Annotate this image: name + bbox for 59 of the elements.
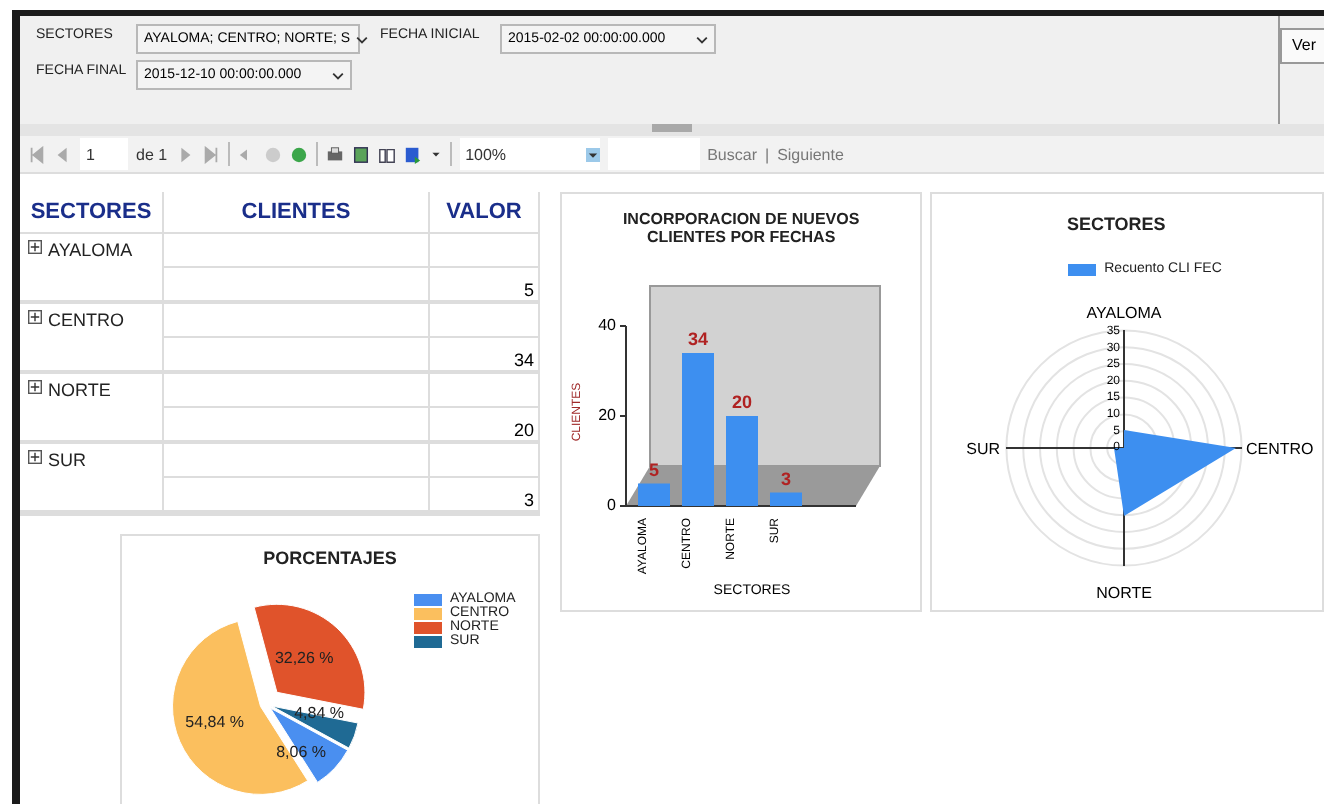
view-report-button[interactable]: Ver xyxy=(1280,27,1324,63)
data-label: 8,06 % xyxy=(276,742,326,761)
next-match-link[interactable]: Siguiente xyxy=(777,145,844,163)
table-cell: 3 xyxy=(430,478,540,514)
table-cell: 34 xyxy=(430,338,540,374)
table-cell: SUR xyxy=(48,450,87,470)
page-setup-icon[interactable] xyxy=(377,145,396,163)
chart-title: SECTORES xyxy=(1064,212,1168,234)
table-cell xyxy=(430,234,540,268)
export-icon[interactable] xyxy=(403,145,422,163)
table-cell: 5 xyxy=(430,268,540,304)
radar-axis-label: NORTE xyxy=(1096,584,1153,602)
expand-icon[interactable] xyxy=(28,380,42,394)
chart-title: PORCENTAJES xyxy=(261,546,399,568)
page-layout-icon[interactable] xyxy=(351,145,370,163)
separator-text: | xyxy=(764,145,770,163)
table-cell xyxy=(430,304,540,338)
column-header: SECTORES xyxy=(20,192,164,234)
table-cell: NORTE xyxy=(48,380,111,400)
zoom-dropdown[interactable]: 100% xyxy=(459,138,600,170)
bar xyxy=(638,483,670,506)
expand-icon[interactable] xyxy=(28,450,42,464)
data-label: 4,84 % xyxy=(294,704,345,723)
radar-axis-label: CENTRO xyxy=(1246,440,1314,458)
chart-title: INCORPORACION DE NUEVOS CLIENTES POR FECHAS xyxy=(620,208,862,246)
caret-icon[interactable] xyxy=(696,33,708,45)
expand-icon[interactable] xyxy=(28,310,42,324)
data-label: 5 xyxy=(649,459,659,480)
data-label: 32,26 % xyxy=(274,649,334,668)
refresh-icon[interactable] xyxy=(289,145,308,163)
table-cell: AYALOMA xyxy=(48,240,133,260)
collapse-handle[interactable] xyxy=(652,124,692,132)
page-count: de 1 xyxy=(136,145,168,163)
table-cell xyxy=(430,374,540,408)
data-label: 20 xyxy=(732,392,752,412)
caret-icon xyxy=(585,147,600,161)
expand-icon[interactable] xyxy=(28,240,42,254)
bar xyxy=(726,416,758,506)
radar-axis-label: AYALOMA xyxy=(1086,304,1162,322)
table-cell: CENTRO xyxy=(48,310,124,330)
data-label: 54,84 % xyxy=(185,712,245,731)
caret-icon[interactable] xyxy=(332,69,344,81)
column-header: VALOR xyxy=(430,192,540,234)
radar-axis-label: SUR xyxy=(966,440,1001,458)
y-tick-label: 40 xyxy=(598,316,616,335)
print-icon[interactable] xyxy=(325,145,344,163)
data-label: 34 xyxy=(688,329,708,349)
column-header: CLIENTES xyxy=(164,192,430,234)
data-label: 3 xyxy=(781,468,791,489)
legend-swatch xyxy=(1068,263,1097,275)
caret-icon[interactable] xyxy=(356,33,369,45)
find-link[interactable]: Buscar xyxy=(707,145,757,163)
y-tick-label: 0 xyxy=(607,496,616,515)
find-field[interactable] xyxy=(607,138,700,170)
table-cell xyxy=(430,444,540,478)
table-cell: 20 xyxy=(430,408,540,444)
page-number-field[interactable]: 1 xyxy=(80,138,128,170)
y-tick-label: 20 xyxy=(598,406,616,425)
caret-icon[interactable] xyxy=(429,148,442,160)
